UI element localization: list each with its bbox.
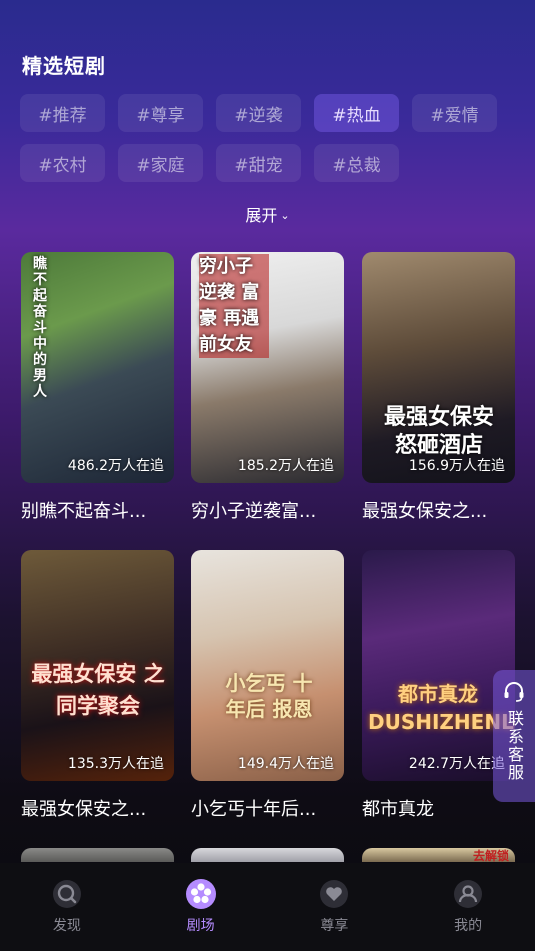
- tab-theater[interactable]: 剧场: [156, 878, 246, 935]
- drama-title[interactable]: 穷小子逆袭富...: [191, 497, 344, 523]
- section-title: 精选短剧: [22, 54, 106, 78]
- watch-count: 135.3万人在追: [67, 756, 164, 772]
- customer-service-label: 联系客服: [505, 710, 524, 782]
- tag-rural[interactable]: #农村: [20, 144, 105, 182]
- drama-poster[interactable]: 最强女保安 怒砸酒店 156.9万人在追: [362, 252, 515, 483]
- poster-title-text: 瞧不起奋斗中的男人: [33, 256, 47, 400]
- drama-poster[interactable]: 瞧不起奋斗中的男人 486.2万人在追: [21, 252, 174, 483]
- drama-card[interactable]: 最强女保安 之同学聚会 135.3万人在追 最强女保安之...: [21, 550, 174, 821]
- tag-list: #推荐 #尊享 #逆袭 #热血 #爱情 #农村 #家庭 #甜宠 #总裁: [20, 94, 500, 182]
- tag-sweet[interactable]: #甜宠: [216, 144, 301, 182]
- drama-card[interactable]: 瞧不起奋斗中的男人 486.2万人在追 别瞧不起奋斗...: [21, 252, 174, 523]
- tag-family[interactable]: #家庭: [118, 144, 203, 182]
- drama-title[interactable]: 都市真龙: [362, 795, 515, 821]
- drama-title[interactable]: 最强女保安之...: [362, 497, 515, 523]
- drama-poster[interactable]: 穷小子 逆袭 富豪 再遇前女友 185.2万人在追: [191, 252, 344, 483]
- tag-hot-blooded[interactable]: #热血: [314, 94, 399, 132]
- tag-recommend[interactable]: #推荐: [20, 94, 105, 132]
- tab-label: 我的: [454, 918, 483, 934]
- profile-icon: [454, 880, 483, 908]
- chevron-down-icon: ⌄: [280, 209, 290, 222]
- watch-count: 149.4万人在追: [237, 756, 334, 772]
- drama-card[interactable]: 穷小子 逆袭 富豪 再遇前女友 185.2万人在追 穷小子逆袭富...: [191, 252, 344, 523]
- watch-count: 185.2万人在追: [237, 458, 334, 474]
- drama-card[interactable]: 去解锁: [362, 848, 515, 862]
- tab-discover[interactable]: 发现: [22, 878, 112, 935]
- tag-romance[interactable]: #爱情: [412, 94, 497, 132]
- expand-label: 展开: [245, 206, 278, 225]
- poster-title-text: 最强女保安 怒砸酒店: [383, 405, 494, 458]
- headset-icon: [504, 682, 524, 702]
- drama-card[interactable]: [21, 848, 174, 862]
- unlock-badge[interactable]: 去解锁: [473, 848, 509, 862]
- drama-poster[interactable]: 去解锁: [362, 848, 515, 862]
- tab-label: 剧场: [186, 918, 215, 934]
- tab-profile[interactable]: 我的: [423, 878, 513, 935]
- watch-count: 486.2万人在追: [67, 458, 164, 474]
- theater-icon: [185, 879, 216, 909]
- customer-service-button[interactable]: 联系客服: [493, 670, 535, 802]
- drama-card[interactable]: 小乞丐 十年后 报恩 149.4万人在追 小乞丐十年后...: [191, 550, 344, 821]
- tab-label: 尊享: [320, 918, 349, 934]
- bottom-tab-bar: 发现 剧场 尊享 我的: [0, 863, 535, 951]
- drama-poster[interactable]: 小乞丐 十年后 报恩 149.4万人在追: [191, 550, 344, 781]
- drama-title[interactable]: 最强女保安之...: [21, 795, 174, 821]
- tag-ceo[interactable]: #总裁: [314, 144, 399, 182]
- poster-title-text: 都市真龙 DUSHIZHENLONG: [368, 682, 515, 734]
- watch-count: 242.7万人在追: [408, 756, 505, 772]
- drama-title[interactable]: 别瞧不起奋斗...: [21, 497, 174, 523]
- tab-label: 发现: [52, 918, 81, 934]
- drama-poster[interactable]: [21, 848, 174, 862]
- poster-title-text: 最强女保安 之同学聚会: [31, 662, 165, 718]
- vip-heart-icon: [320, 880, 349, 908]
- expand-button[interactable]: 展开 ⌄: [0, 202, 535, 226]
- poster-title-text: 穷小子 逆袭 富豪 再遇前女友: [199, 254, 269, 358]
- tab-vip[interactable]: 尊享: [289, 878, 379, 935]
- drama-card[interactable]: 最强女保安 怒砸酒店 156.9万人在追 最强女保安之...: [362, 252, 515, 523]
- discover-icon: [52, 880, 81, 908]
- drama-poster[interactable]: 最强女保安 之同学聚会 135.3万人在追: [21, 550, 174, 781]
- tag-vip[interactable]: #尊享: [118, 94, 203, 132]
- poster-title-text: 小乞丐 十年后 报恩: [225, 671, 313, 721]
- drama-poster[interactable]: [191, 848, 344, 862]
- watch-count: 156.9万人在追: [408, 458, 505, 474]
- drama-title[interactable]: 小乞丐十年后...: [191, 795, 344, 821]
- tag-counterattack[interactable]: #逆袭: [216, 94, 301, 132]
- drama-card[interactable]: [191, 848, 344, 862]
